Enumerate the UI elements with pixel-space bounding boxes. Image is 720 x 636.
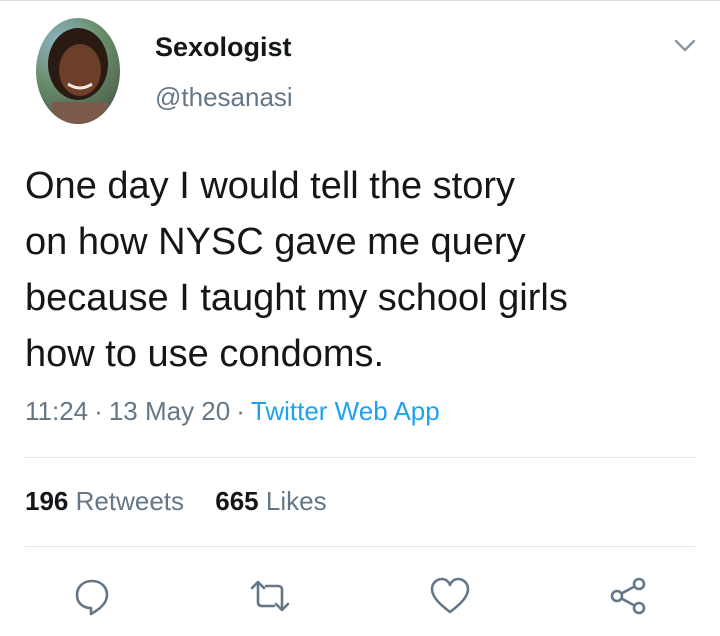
tweet-stats: 196 Retweets 665 Likes [25, 486, 351, 517]
author-name[interactable]: Sexologist [155, 32, 292, 63]
heart-icon[interactable] [428, 574, 472, 618]
divider [25, 457, 695, 458]
action-bar [0, 574, 720, 618]
chevron-down-icon[interactable] [673, 36, 697, 56]
likes-label: Likes [265, 486, 327, 516]
tweet-time: 11:24 [25, 396, 89, 426]
share-icon[interactable] [606, 574, 650, 618]
avatar[interactable] [36, 18, 120, 124]
retweets-count: 196 [25, 486, 69, 516]
top-divider [0, 0, 720, 1]
tweet-text: One day I would tell the story on how NY… [25, 165, 568, 375]
author-handle[interactable]: @thesanasi [155, 82, 293, 113]
retweets-stat[interactable]: 196 Retweets [25, 486, 184, 516]
tweet-meta: 11:24 · 13 May 20 · Twitter Web App [25, 396, 440, 427]
meta-separator: · [94, 396, 103, 426]
likes-stat[interactable]: 665 Likes [215, 486, 326, 516]
retweet-icon[interactable] [248, 574, 292, 618]
meta-separator: · [236, 396, 245, 426]
retweets-label: Retweets [75, 486, 185, 516]
divider [25, 546, 695, 547]
tweet-source-link[interactable]: Twitter Web App [251, 396, 440, 426]
tweet-date: 13 May 20 [108, 396, 231, 426]
reply-icon[interactable] [70, 574, 114, 618]
likes-count: 665 [215, 486, 259, 516]
